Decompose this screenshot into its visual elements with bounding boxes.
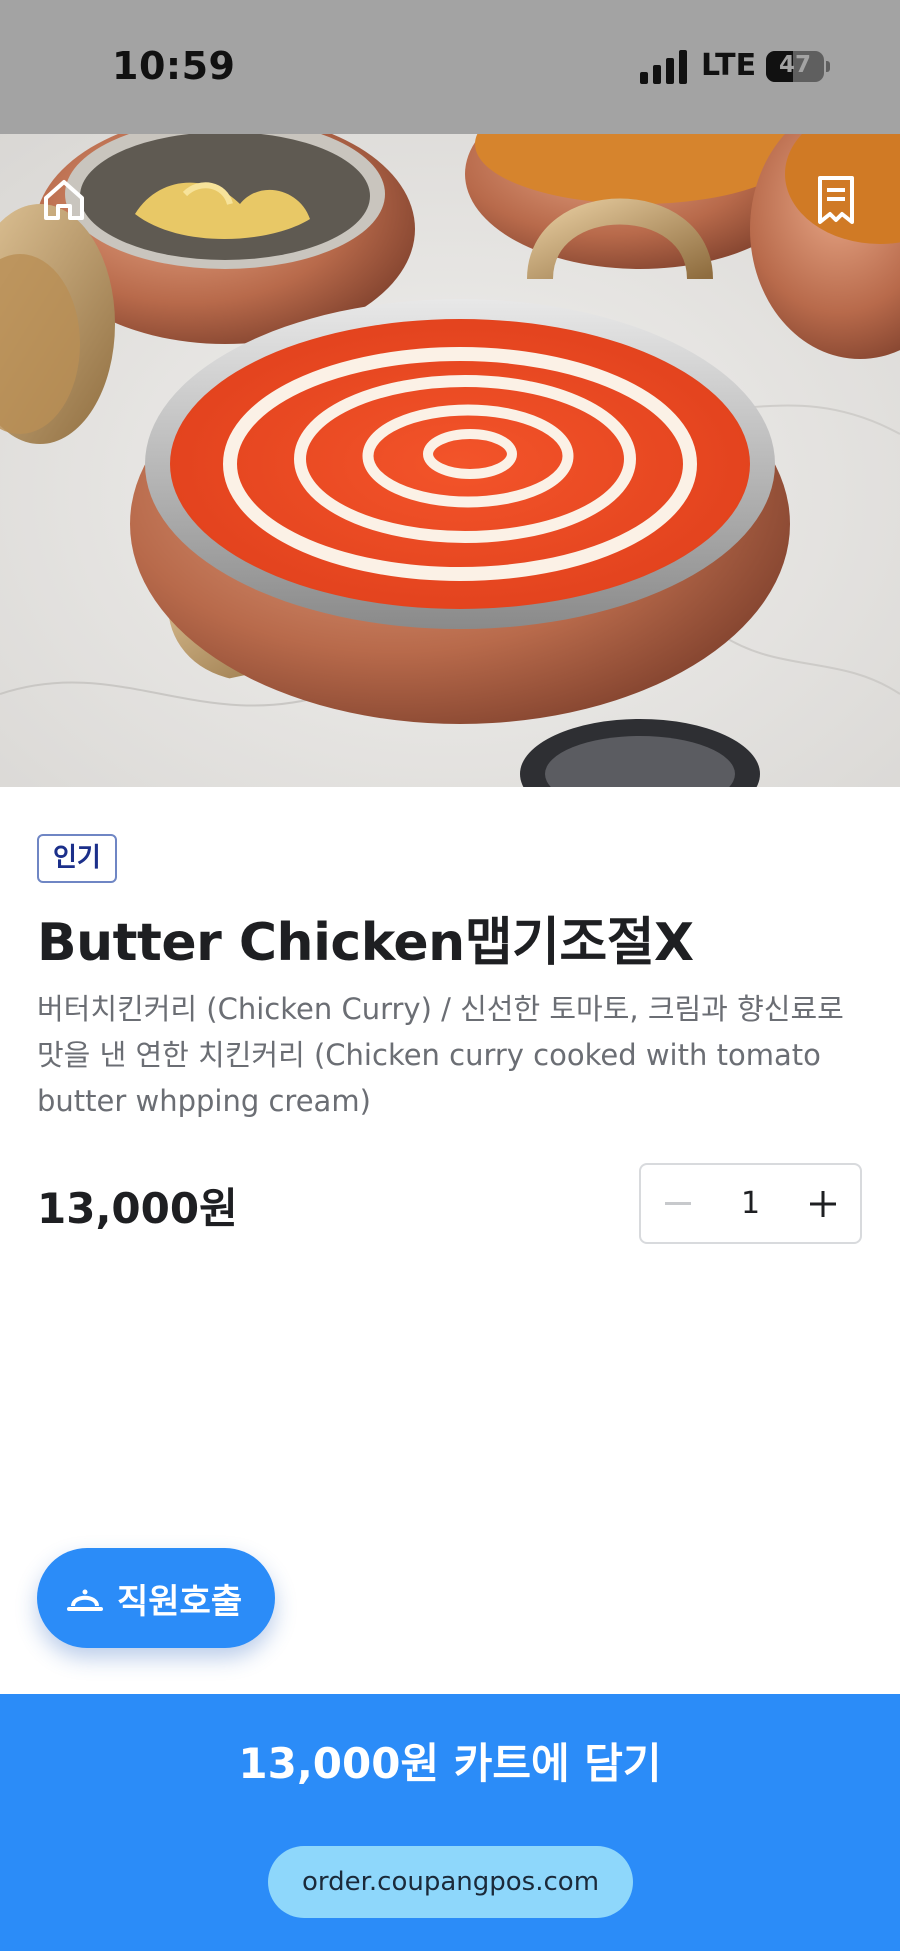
- product-image: [0, 134, 900, 787]
- home-icon: [44, 180, 84, 220]
- increase-quantity-button[interactable]: [786, 1165, 860, 1242]
- staff-call-label: 직원호출: [117, 1581, 243, 1622]
- battery-icon: 47: [766, 51, 824, 82]
- battery-cap: [826, 61, 830, 72]
- receipt-button[interactable]: [808, 172, 864, 228]
- product-name: Butter Chicken맵기조절X: [37, 913, 694, 973]
- bell-icon: [67, 1589, 103, 1611]
- product-description: 버터치킨커리 (Chicken Curry) / 신선한 토마토, 크림과 향신…: [37, 992, 844, 1118]
- butter-chicken-photo: [0, 134, 900, 787]
- decrease-quantity-button[interactable]: [641, 1165, 715, 1242]
- product-price: 13,000원: [37, 1184, 238, 1233]
- quantity-stepper: 1: [639, 1163, 862, 1244]
- receipt-icon: [818, 176, 854, 224]
- staff-call-button[interactable]: 직원호출: [37, 1548, 275, 1648]
- minus-icon: [665, 1201, 691, 1205]
- plus-icon: [810, 1190, 836, 1217]
- network-type: LTE: [701, 48, 757, 83]
- home-button[interactable]: [36, 172, 92, 228]
- quantity-value: 1: [740, 1186, 761, 1221]
- add-to-cart-bar[interactable]: 13,000원 카트에 담기 order.coupangpos.com: [0, 1694, 900, 1951]
- browser-url: order.coupangpos.com: [268, 1846, 633, 1918]
- popular-badge: 인기: [37, 834, 117, 883]
- status-time: 10:59: [112, 44, 236, 88]
- add-to-cart-button[interactable]: 13,000원 카트에 담기: [0, 1730, 900, 1791]
- status-bar: 10:59 LTE 47: [0, 0, 900, 134]
- signal-icon: [640, 50, 687, 84]
- battery-level: 47: [778, 52, 811, 78]
